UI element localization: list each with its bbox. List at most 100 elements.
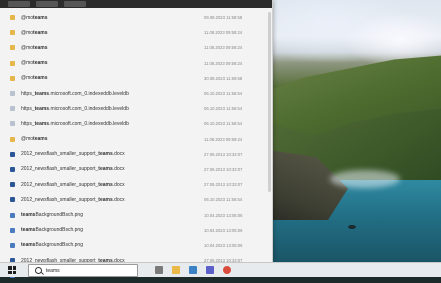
result-name: 2012_newsflash_smaller_support_teams.doc… bbox=[21, 151, 204, 157]
image-icon bbox=[10, 212, 15, 218]
result-name-prefix: @mo bbox=[21, 29, 34, 36]
result-row[interactable]: 2012_newsflash_smaller_support_teams.doc… bbox=[0, 147, 272, 162]
result-row[interactable]: https_teams.microsoft.com_0.indexeddb.le… bbox=[0, 101, 272, 116]
taskbar-search-input[interactable]: teams bbox=[28, 264, 138, 277]
result-date: 30.08.2023 11:59:58 bbox=[204, 75, 243, 81]
result-name-match: teams bbox=[98, 196, 113, 203]
result-row[interactable]: https_teams.microsoft.com_0.indexeddb.le… bbox=[0, 86, 272, 101]
result-name-match: teams bbox=[33, 136, 48, 143]
word-icon bbox=[10, 166, 15, 172]
result-name-match: teams bbox=[34, 120, 50, 127]
result-name-suffix: .docx bbox=[112, 151, 125, 158]
result-name-suffix: BackgroundBsch.png bbox=[35, 242, 83, 249]
search-query: teams bbox=[46, 267, 60, 274]
result-row[interactable]: @moteams 11.08.2023 09:59:24 bbox=[0, 40, 272, 55]
taskbar: teams bbox=[0, 262, 441, 277]
result-name: @moteams bbox=[21, 60, 204, 66]
result-date: 06.10.2023 11:56:54 bbox=[204, 121, 243, 127]
result-name: @moteams bbox=[21, 136, 204, 142]
result-date: 10.04.2023 13:05:06 bbox=[204, 227, 243, 233]
result-row[interactable]: 2012_newsflash_smaller_support_teams.doc… bbox=[0, 162, 272, 177]
result-name-suffix: .docx bbox=[112, 196, 125, 203]
result-name-suffix: .microsoft.com_0.indexeddb.leveldb bbox=[49, 120, 129, 127]
result-row[interactable]: @moteams 09.08.2023 11:58:58 bbox=[0, 10, 272, 25]
result-name-match: teams bbox=[33, 29, 48, 36]
result-name-prefix: @mo bbox=[21, 44, 34, 51]
result-name: teamsBackgroundBsch.png bbox=[21, 242, 204, 248]
result-date: 11.08.2023 09:59:24 bbox=[204, 60, 243, 66]
folder-icon bbox=[10, 75, 15, 81]
chrome-icon[interactable] bbox=[223, 266, 231, 274]
result-row[interactable]: teamsBackgroundBsch.png 10.04.2023 13:05:… bbox=[0, 207, 272, 222]
result-row[interactable]: @moteams 30.08.2023 11:59:58 bbox=[0, 71, 272, 86]
result-name-prefix: @mo bbox=[21, 75, 34, 82]
result-name-match: teams bbox=[21, 212, 36, 219]
result-date: 11.08.2023 09:59:24 bbox=[204, 30, 243, 36]
teams-icon[interactable] bbox=[206, 266, 214, 274]
word-icon bbox=[10, 197, 15, 203]
result-name: teamsBackgroundBsch.png bbox=[21, 212, 204, 218]
result-name-prefix: 2012_newsflash_smaller_support_ bbox=[21, 181, 99, 188]
panel-tab[interactable] bbox=[64, 1, 86, 7]
result-row[interactable]: 2012_newsflash_smaller_support_teams.doc… bbox=[0, 192, 272, 207]
result-name-prefix: https_ bbox=[21, 120, 35, 127]
result-name-match: teams bbox=[98, 166, 113, 173]
result-date: 27.06.2013 10:33:07 bbox=[204, 166, 243, 172]
result-date: 09.08.2023 11:58:58 bbox=[204, 15, 243, 21]
result-row[interactable]: https_teams.microsoft.com_0.indexeddb.le… bbox=[0, 116, 272, 131]
result-name-match: teams bbox=[98, 181, 113, 188]
results-list: @moteams 09.08.2023 11:58:58 @moteams 11.08… bbox=[0, 10, 272, 283]
result-name-suffix: .docx bbox=[112, 166, 125, 173]
task-view-icon[interactable] bbox=[155, 266, 163, 274]
result-date: 06.10.2023 11:56:54 bbox=[204, 197, 243, 203]
result-date: 06.10.2023 11:56:54 bbox=[204, 106, 243, 112]
result-date: 10.04.2023 13:05:06 bbox=[204, 242, 243, 248]
result-date: 27.06.2013 10:33:07 bbox=[204, 151, 243, 157]
start-icon[interactable] bbox=[8, 266, 16, 274]
result-row[interactable]: @moteams 11.08.2023 09:59:24 bbox=[0, 25, 272, 40]
scrollbar[interactable] bbox=[268, 12, 271, 192]
store-icon[interactable] bbox=[189, 266, 197, 274]
result-name: 2012_newsflash_smaller_support_teams.doc… bbox=[21, 182, 204, 188]
result-name-prefix: @mo bbox=[21, 14, 34, 21]
file-explorer-icon[interactable] bbox=[172, 266, 180, 274]
result-name-suffix: BackgroundBsch.png bbox=[35, 227, 83, 234]
result-name-suffix: .microsoft.com_0.indexeddb.leveldb bbox=[49, 90, 129, 97]
result-name-match: teams bbox=[33, 44, 48, 51]
folder-icon bbox=[10, 60, 15, 66]
surf bbox=[330, 170, 400, 188]
result-name-match: teams bbox=[98, 151, 113, 158]
result-name-prefix: 2012_newsflash_smaller_support_ bbox=[21, 196, 99, 203]
result-name: @moteams bbox=[21, 75, 204, 81]
panel-tab[interactable] bbox=[8, 1, 30, 7]
search-results-panel: @moteams 09.08.2023 11:58:58 @moteams 11.08… bbox=[0, 0, 273, 279]
image-icon bbox=[10, 227, 15, 233]
result-name: @moteams bbox=[21, 15, 204, 21]
search-icon bbox=[35, 267, 42, 274]
result-name-match: teams bbox=[34, 90, 50, 97]
result-name: https_teams.microsoft.com_0.indexeddb.le… bbox=[21, 121, 204, 127]
file-icon bbox=[10, 91, 15, 97]
result-name-prefix: @mo bbox=[21, 136, 34, 143]
folder-icon bbox=[10, 45, 15, 51]
result-name-prefix: https_ bbox=[21, 105, 35, 112]
result-date: 11.08.2023 09:59:24 bbox=[204, 136, 243, 142]
result-row[interactable]: teamsBackgroundBsch.png 10.04.2023 13:05:… bbox=[0, 223, 272, 238]
result-name-prefix: https_ bbox=[21, 90, 35, 97]
file-icon bbox=[10, 121, 15, 127]
file-icon bbox=[10, 106, 15, 112]
result-row[interactable]: 2012_newsflash_smaller_support_teams.doc… bbox=[0, 177, 272, 192]
result-name-suffix: .docx bbox=[112, 181, 125, 188]
result-name: @moteams bbox=[21, 30, 204, 36]
result-row[interactable]: @moteams 11.08.2023 09:59:24 bbox=[0, 132, 272, 147]
result-name-prefix: 2012_newsflash_smaller_support_ bbox=[21, 166, 99, 173]
word-icon bbox=[10, 182, 15, 188]
result-row[interactable]: teamsBackgroundBsch.png 10.04.2023 13:05:… bbox=[0, 238, 272, 253]
result-name: 2012_newsflash_smaller_support_teams.doc… bbox=[21, 166, 204, 172]
result-row[interactable]: @moteams 11.08.2023 09:59:24 bbox=[0, 56, 272, 71]
result-name-match: teams bbox=[21, 227, 36, 234]
result-date: 06.10.2023 11:56:54 bbox=[204, 91, 243, 97]
panel-tab[interactable] bbox=[36, 1, 58, 7]
result-name-match: teams bbox=[33, 75, 48, 82]
folder-icon bbox=[10, 30, 15, 36]
